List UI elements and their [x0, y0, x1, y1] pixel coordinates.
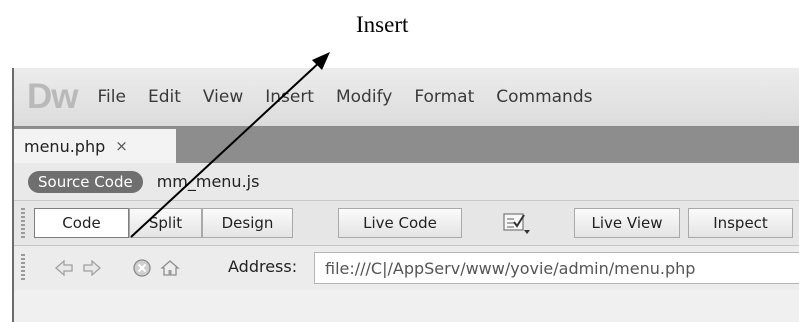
design-view-button[interactable]: Design [202, 208, 293, 238]
dreamweaver-window: Dw File Edit View Insert Modify Format C… [12, 68, 799, 322]
address-bar: Address: file:///C|/AppServ/www/yovie/ad… [14, 246, 799, 290]
document-tab-strip: menu.php × [14, 126, 799, 163]
live-code-button[interactable]: Live Code [338, 208, 462, 238]
menu-bar: Dw File Edit View Insert Modify Format C… [14, 68, 799, 126]
check-page-icon[interactable] [502, 211, 532, 235]
toolbar-grip[interactable] [21, 208, 25, 238]
menu-file[interactable]: File [98, 87, 126, 107]
code-view-button[interactable]: Code [34, 208, 129, 238]
annotation-label: Insert [356, 12, 409, 37]
forward-arrow-icon[interactable] [82, 258, 102, 278]
menu-view[interactable]: View [203, 87, 243, 107]
document-tab-label: menu.php [24, 136, 106, 156]
inspect-button[interactable]: Inspect [688, 208, 793, 238]
menu-insert[interactable]: Insert [265, 87, 314, 107]
document-tab[interactable]: menu.php × [14, 129, 176, 163]
stop-icon[interactable] [132, 258, 152, 278]
address-grip[interactable] [21, 254, 25, 282]
related-file-link[interactable]: mm_menu.js [157, 172, 260, 191]
address-label: Address: [228, 257, 298, 276]
split-view-button[interactable]: Split [129, 208, 202, 238]
source-code-button[interactable]: Source Code [28, 170, 143, 193]
menu-edit[interactable]: Edit [148, 87, 181, 107]
home-icon[interactable] [160, 258, 180, 278]
menu-modify[interactable]: Modify [336, 87, 392, 107]
live-view-button[interactable]: Live View [574, 208, 680, 238]
close-icon[interactable]: × [115, 137, 128, 155]
back-arrow-icon[interactable] [54, 258, 74, 278]
menu-format[interactable]: Format [414, 87, 474, 107]
document-toolbar: Code Split Design Live Code Live View In… [14, 201, 799, 246]
dreamweaver-logo: Dw [27, 77, 78, 116]
address-input[interactable]: file:///C|/AppServ/www/yovie/admin/menu.… [314, 252, 799, 284]
related-files-bar: Source Code mm_menu.js [14, 163, 799, 201]
menu-commands[interactable]: Commands [496, 87, 592, 107]
